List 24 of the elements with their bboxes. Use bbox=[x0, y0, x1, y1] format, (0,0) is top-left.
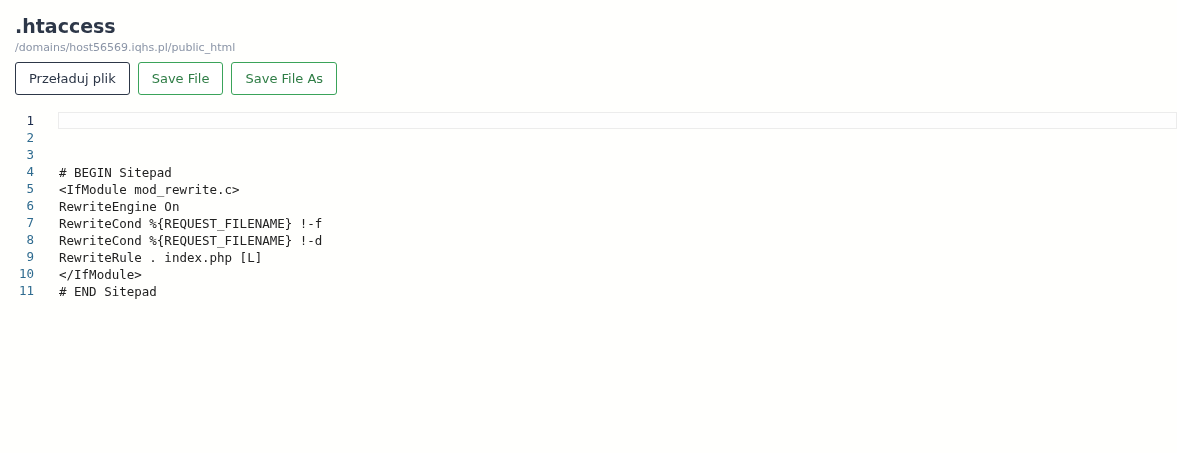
toolbar-button[interactable]: Save File As bbox=[231, 62, 338, 95]
file-path: /domains/host56569.iqhs.pl/public_html bbox=[15, 40, 237, 56]
code-line: RewriteEngine On bbox=[58, 198, 181, 214]
code-line: # END Sitepad bbox=[58, 283, 158, 299]
line-number: 6 bbox=[25, 197, 35, 214]
line-number: 8 bbox=[25, 231, 35, 248]
code-line: <IfModule mod_rewrite.c> bbox=[58, 181, 241, 197]
line-number: 4 bbox=[25, 163, 35, 180]
toolbar-button[interactable]: Save File bbox=[137, 62, 224, 95]
line-number: 7 bbox=[25, 214, 35, 231]
toolbar-button[interactable]: Przeładuj plik bbox=[15, 62, 130, 95]
code-line: # BEGIN Sitepad bbox=[58, 164, 173, 180]
code-line: </IfModule> bbox=[58, 266, 143, 282]
line-number: 1 bbox=[25, 112, 35, 129]
line-number: 3 bbox=[25, 146, 35, 163]
line-number: 9 bbox=[25, 248, 35, 265]
code-line: RewriteCond %{REQUEST_FILENAME} !-f bbox=[58, 215, 324, 231]
line-number: 5 bbox=[25, 180, 35, 197]
code-line: RewriteCond %{REQUEST_FILENAME} !-d bbox=[58, 232, 324, 248]
line-number: 2 bbox=[25, 129, 35, 146]
code-line: RewriteRule . index.php [L] bbox=[58, 249, 264, 265]
line-number: 10 bbox=[17, 265, 35, 282]
file-title: .htaccess bbox=[15, 14, 117, 38]
line-number: 11 bbox=[17, 282, 35, 299]
